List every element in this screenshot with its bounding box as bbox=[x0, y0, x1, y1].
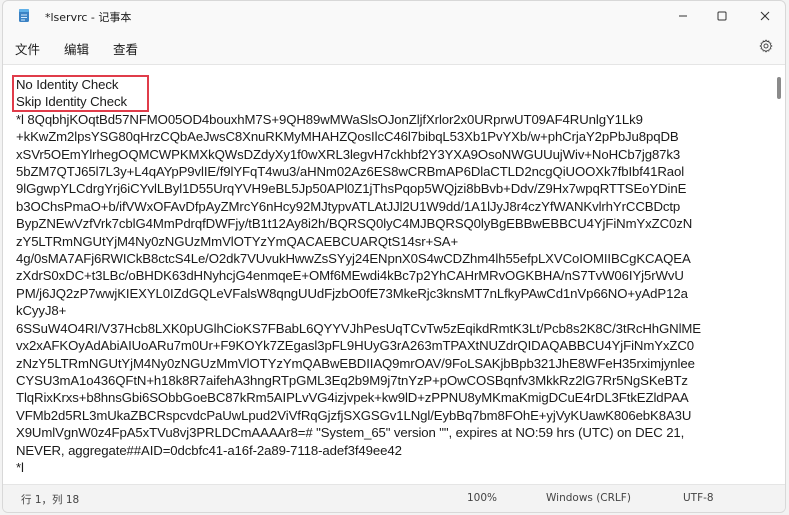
notepad-window: *lservrc - 记事本 文件 编辑 查看 No Identity Chec… bbox=[2, 0, 786, 513]
line-ending[interactable]: Windows (CRLF) bbox=[546, 492, 631, 504]
editor-text-content[interactable]: No Identity Check Skip Identity Check *l 8… bbox=[16, 76, 766, 476]
text-line: X9UmlVgnW0z4FpA5xTVu8vj3PRLDCmAAAAr8=# "… bbox=[16, 425, 685, 441]
text-line: CYSU3mA1o436QFtN+h18k8R7aifehA3hngRTpGML… bbox=[16, 372, 688, 388]
text-line: vx2xAFKOyAdAbiAIUoARu7m0Ur+F9KOYk7ZEgasl… bbox=[16, 338, 695, 354]
cursor-position: 行 1，列 18 bbox=[21, 494, 80, 506]
text-line: zXdrS0xDC+t3LBc/oBHDK63dHNyhcjG4enmqeE+O… bbox=[16, 268, 684, 284]
vertical-scrollbar-thumb[interactable] bbox=[777, 77, 781, 99]
text-line: VFMb2d5RL3mUkaZBCRspcvdcPaUwLpud2ViVfRqG… bbox=[16, 407, 692, 423]
text-line: b3OChsPmaO+b/ifVWxOFAvDfpAyZMrcY6nHcy92M… bbox=[16, 198, 681, 214]
title-bar: *lservrc - 记事本 bbox=[3, 1, 785, 31]
text-line: *l bbox=[16, 459, 24, 475]
text-editor[interactable]: No Identity Check Skip Identity Check *l 8… bbox=[3, 64, 785, 488]
menu-file[interactable]: 文件 bbox=[15, 39, 40, 58]
text-line: TlqRixKrxs+b8hnsGbi6SObbGoeBC87kRm5AIPLv… bbox=[16, 390, 689, 406]
text-line: 6SSuW4O4RI/V37Hcb8LXK0pUGlhCioKS7FBabL6Q… bbox=[16, 320, 702, 336]
text-line: 9lGgwpYLCdrgYrj6iCYvlLByl1D55UrqYVH9eBL5… bbox=[16, 181, 687, 197]
status-bar: 行 1，列 18 100% Windows (CRLF) UTF-8 bbox=[3, 484, 785, 512]
text-line: 5bZM7QTJ65l7L3y+L4qAYpP9vlIE/f9lYFqT4wu3… bbox=[16, 164, 685, 180]
text-line: 4g/0sMA7AFj6RWICkB8ctcS4Le/O2dk7VUvukHww… bbox=[16, 251, 691, 267]
window-title: *lservrc - 记事本 bbox=[45, 11, 132, 24]
text-line: +kKwZm2lpsYSG80qHrzCQbAeJwsC8XnuRKMyMHAH… bbox=[16, 129, 679, 145]
text-line: Skip Identity Check bbox=[16, 94, 127, 110]
menu-view[interactable]: 查看 bbox=[113, 39, 138, 58]
maximize-button[interactable] bbox=[700, 1, 744, 31]
text-line: PM/j6JQ2zP7wwjKIEXYL0IZdGQLeVFalsW8qngUU… bbox=[16, 285, 688, 301]
text-line: NEVER, aggregate##AID=0dcbfc41-a16f-2a89… bbox=[16, 442, 402, 458]
close-icon bbox=[760, 11, 770, 21]
text-line: zY5LTRmNGUtYjM4Ny0zNGUzMmVlOTYzYmQACAEBC… bbox=[16, 233, 459, 249]
text-line: No Identity Check bbox=[16, 77, 119, 92]
close-button[interactable] bbox=[743, 1, 785, 31]
menu-edit[interactable]: 编辑 bbox=[64, 39, 89, 58]
minimize-button[interactable] bbox=[661, 1, 705, 31]
text-line: kCyyJ8+ bbox=[16, 303, 67, 319]
maximize-icon bbox=[717, 11, 727, 21]
text-line: *l 8QqbhjKOqtBd57NFMO05OD4bouxhM7S+9QH89… bbox=[16, 111, 643, 127]
minimize-icon bbox=[679, 15, 687, 17]
text-line: xSVr5OEmYlrhegOQMCWPKMXkQWsDZdyXy1f0wXRL… bbox=[16, 146, 681, 162]
zoom-level[interactable]: 100% bbox=[467, 492, 497, 504]
notepad-app-icon bbox=[19, 9, 29, 22]
settings-gear-icon[interactable] bbox=[759, 39, 773, 53]
text-line: zNzY5LTRmNGUtYjM4Ny0zNGUzMmVlOTYzYmQABwE… bbox=[16, 355, 695, 371]
menu-bar: 文件 编辑 查看 bbox=[3, 31, 785, 63]
text-line: BypZNEwVzfVrk7cblG4MmPdrqfDWFjy/tB1t12Ay… bbox=[16, 216, 693, 232]
encoding[interactable]: UTF-8 bbox=[683, 492, 714, 504]
